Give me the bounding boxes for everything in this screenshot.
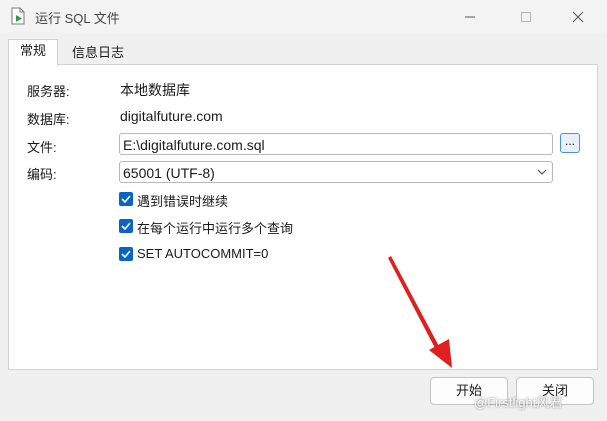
- checkbox-autocommit[interactable]: [119, 247, 133, 261]
- close-window-button[interactable]: [555, 0, 601, 33]
- general-panel: 服务器: 本地数据库 数据库: digitalfuture.com 文件: E:…: [8, 64, 598, 370]
- tab-info-log[interactable]: 信息日志: [58, 41, 138, 65]
- checkbox-multiple-queries[interactable]: [119, 219, 133, 233]
- tab-general[interactable]: 常规: [8, 39, 58, 66]
- database-value: digitalfuture.com: [120, 108, 223, 124]
- title-bar: 运行 SQL 文件: [0, 0, 607, 33]
- encoding-value: 65001 (UTF-8): [123, 165, 215, 181]
- checkmark-icon: [121, 250, 131, 258]
- checkmark-icon: [121, 195, 131, 203]
- maximize-icon: [521, 12, 531, 22]
- maximize-button[interactable]: [503, 0, 549, 33]
- encoding-select[interactable]: 65001 (UTF-8): [119, 161, 553, 183]
- checkbox-continue-on-error[interactable]: [119, 192, 133, 206]
- close-icon: [572, 11, 584, 23]
- server-label: 服务器:: [27, 84, 70, 99]
- option-label: 遇到错误时继续: [137, 194, 229, 209]
- minimize-icon: [465, 16, 475, 18]
- file-path-value: E:\digitalfuture.com.sql: [123, 137, 265, 153]
- file-path-input[interactable]: E:\digitalfuture.com.sql: [119, 133, 553, 155]
- run-sql-file-icon: [9, 7, 27, 25]
- server-value: 本地数据库: [120, 82, 190, 98]
- database-label: 数据库:: [27, 112, 70, 127]
- option-label: SET AUTOCOMMIT=0: [137, 246, 269, 261]
- option-label: 在每个运行中运行多个查询: [137, 221, 294, 236]
- browse-file-button[interactable]: ...: [560, 133, 580, 153]
- checkmark-icon: [121, 222, 131, 230]
- chevron-down-icon: [537, 169, 547, 175]
- file-label: 文件:: [27, 140, 57, 155]
- watermark: @Firstlight风君: [474, 395, 563, 410]
- encoding-label: 编码:: [27, 167, 57, 182]
- window-title: 运行 SQL 文件: [35, 11, 120, 26]
- minimize-button[interactable]: [447, 0, 493, 33]
